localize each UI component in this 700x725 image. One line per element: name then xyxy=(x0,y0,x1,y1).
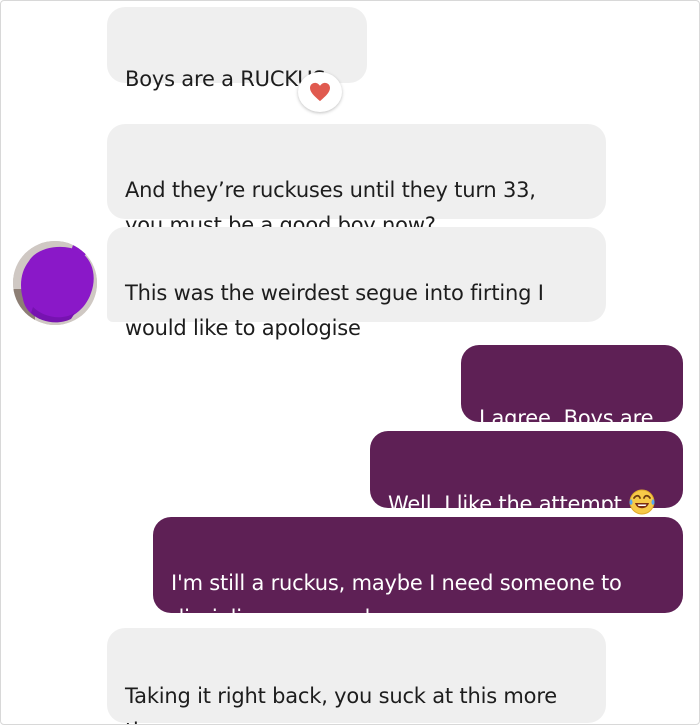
face-with-tears-of-joy-icon xyxy=(629,489,655,515)
message-text: This was the weirdest segue into firting… xyxy=(125,281,544,340)
message-bubble-received[interactable]: Taking it right back, you suck at this m… xyxy=(107,628,606,724)
reaction-badge[interactable] xyxy=(298,72,342,112)
message-text: I agree. Boys are. xyxy=(479,406,660,430)
message-bubble-sent[interactable]: I'm still a ruckus, maybe I need someone… xyxy=(153,517,683,630)
avatar[interactable] xyxy=(13,241,97,325)
message-text: Well, I like the attempt xyxy=(388,492,622,516)
message-text: I'm still a ruckus, maybe I need someone… xyxy=(171,571,622,630)
message-bubble-sent[interactable]: I agree. Boys are. xyxy=(461,345,683,430)
chat-screen: Boys are a RUCKUS And they’re ruckuses u… xyxy=(0,0,700,725)
heart-icon xyxy=(310,82,330,102)
message-text: Boys are a RUCKUS xyxy=(125,67,326,91)
message-bubble-received[interactable]: And they’re ruckuses until they turn 33,… xyxy=(107,124,606,237)
message-bubble-received[interactable]: Boys are a RUCKUS xyxy=(107,7,367,91)
redacted-avatar-icon xyxy=(13,241,97,325)
message-text: Taking it right back, you suck at this m… xyxy=(125,684,558,724)
message-bubble-received[interactable]: This was the weirdest segue into firting… xyxy=(107,227,606,340)
message-bubble-sent[interactable]: Well, I like the attempt xyxy=(370,431,683,516)
